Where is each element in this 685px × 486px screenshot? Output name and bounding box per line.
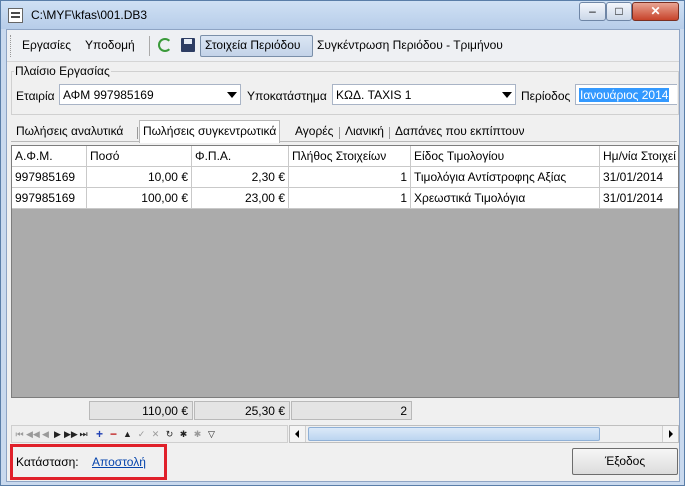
client-area: Εργασίες Υποδομή Στοιχεία Περιόδου Συγκέ…: [6, 29, 680, 482]
table-cell[interactable]: 10,00 €: [87, 167, 192, 188]
post-edit-icon[interactable]: ✓: [136, 428, 147, 441]
clear-filter-icon[interactable]: ✱: [192, 428, 203, 441]
scroll-right-icon[interactable]: [662, 426, 678, 442]
scroll-thumb[interactable]: [308, 427, 600, 441]
branch-select[interactable]: ΚΩΔ. TAXIS 1: [332, 84, 516, 105]
chevron-down-icon[interactable]: [502, 92, 512, 98]
company-label: Εταιρία: [16, 89, 55, 103]
table-cell[interactable]: 31/01/2014: [600, 188, 678, 209]
close-button[interactable]: ✕: [632, 2, 679, 21]
period-value: Ιανουάριος 2014: [579, 88, 670, 102]
table-cell[interactable]: 1: [289, 188, 411, 209]
maximize-button[interactable]: □: [606, 2, 632, 21]
company-value: ΑΦΜ 997985169: [63, 88, 154, 102]
title-bar[interactable]: C:\MYF\kfas\001.DB3 – □ ✕: [1, 1, 684, 29]
column-header-vat[interactable]: Φ.Π.Α.: [192, 146, 289, 167]
work-frame-title: Πλαίσιο Εργασίας: [14, 64, 111, 78]
minimize-button[interactable]: –: [579, 2, 606, 21]
tab-separator: [389, 127, 390, 139]
tab-separator: [339, 127, 340, 139]
data-grid[interactable]: Α.Φ.Μ. Ποσό Φ.Π.Α. Πλήθος Στοιχείων Είδο…: [11, 145, 679, 398]
company-select[interactable]: ΑΦΜ 997985169: [59, 84, 241, 105]
next-record-icon[interactable]: ▶: [52, 428, 63, 441]
column-header-date[interactable]: Ημ/νία Στοιχεί: [600, 146, 678, 167]
table-cell[interactable]: 1: [289, 167, 411, 188]
table-cell[interactable]: 997985169: [12, 188, 87, 209]
tab-strip: Πωλήσεις αναλυτικά Πωλήσεις συγκεντρωτικ…: [11, 120, 677, 143]
delete-record-icon[interactable]: −: [108, 428, 119, 441]
branch-label: Υποκατάστημα: [247, 89, 327, 103]
application-window: C:\MYF\kfas\001.DB3 – □ ✕ Εργασίες Υποδο…: [0, 0, 685, 486]
horizontal-scrollbar[interactable]: [289, 425, 679, 443]
period-data-label: Στοιχεία Περιόδου: [205, 38, 301, 52]
column-header-vat-number[interactable]: Α.Φ.Μ.: [12, 146, 87, 167]
prior-page-icon[interactable]: ◀◀: [26, 428, 40, 441]
refresh-icon[interactable]: [158, 38, 172, 52]
totals-footer: 110,00 € 25,30 € 2: [11, 400, 679, 422]
main-toolbar: Εργασίες Υποδομή Στοιχεία Περιόδου Συγκέ…: [7, 30, 679, 62]
next-page-icon[interactable]: ▶▶: [64, 428, 78, 441]
chevron-down-icon[interactable]: [227, 92, 237, 98]
tab-sales-summary[interactable]: Πωλήσεις συγκεντρωτικά: [139, 120, 281, 143]
period-label: Περίοδος: [521, 89, 571, 103]
tab-purchases[interactable]: Αγορές: [292, 123, 336, 142]
menu-infrastructure[interactable]: Υποδομή: [85, 38, 135, 52]
cancel-edit-icon[interactable]: ✕: [150, 428, 161, 441]
total-count: 2: [291, 401, 412, 420]
table-cell[interactable]: 997985169: [12, 167, 87, 188]
menu-tasks[interactable]: Εργασίες: [22, 38, 71, 52]
tab-retail[interactable]: Λιανική: [342, 123, 387, 142]
column-header-invoice-type[interactable]: Είδος Τιμολογίου: [411, 146, 600, 167]
table-cell[interactable]: 100,00 €: [87, 188, 192, 209]
column-header-document-count[interactable]: Πλήθος Στοιχείων: [289, 146, 411, 167]
table-cell[interactable]: 23,00 €: [192, 188, 289, 209]
period-select[interactable]: Ιανουάριος 2014: [575, 84, 677, 105]
last-record-icon[interactable]: ⏭: [78, 428, 89, 441]
first-record-icon[interactable]: ⏮: [14, 428, 25, 441]
insert-record-icon[interactable]: +: [94, 428, 105, 441]
save-icon[interactable]: [181, 38, 195, 52]
total-vat: 25,30 €: [194, 401, 290, 420]
table-cell[interactable]: 31/01/2014: [600, 167, 678, 188]
edit-record-icon[interactable]: ▲: [122, 428, 133, 441]
highlight-box: [10, 444, 167, 480]
refresh-records-icon[interactable]: ↻: [164, 428, 175, 441]
filter-icon[interactable]: ▽: [206, 428, 217, 441]
table-cell[interactable]: Χρεωστικά Τιμολόγια: [411, 188, 600, 209]
window-title: C:\MYF\kfas\001.DB3: [31, 8, 148, 22]
column-header-amount[interactable]: Ποσό: [87, 146, 192, 167]
table-cell[interactable]: Τιμολόγια Αντίστροφης Αξίας: [411, 167, 600, 188]
tab-separator: [137, 127, 138, 139]
branch-value: ΚΩΔ. TAXIS 1: [336, 88, 412, 102]
app-icon: [8, 8, 23, 23]
tab-deductible-expenses[interactable]: Δαπάνες που εκπίπτουν: [392, 123, 528, 142]
apply-filter-icon[interactable]: ✱: [178, 428, 189, 441]
toolbar-separator: [149, 36, 150, 56]
scroll-left-icon[interactable]: [290, 426, 306, 442]
period-summary-button[interactable]: Συγκέντρωση Περιόδου - Τριμήνου: [317, 38, 503, 52]
tab-sales-detailed[interactable]: Πωλήσεις αναλυτικά: [13, 123, 126, 142]
prior-record-icon[interactable]: ◀: [40, 428, 51, 441]
exit-button[interactable]: Έξοδος: [572, 448, 678, 475]
record-navigator: ⏮ ◀◀ ◀ ▶ ▶▶ ⏭ + − ▲ ✓ ✕ ↻ ✱ ✱ ▽: [11, 425, 288, 443]
toolbar-grip[interactable]: [10, 35, 13, 57]
table-cell[interactable]: 2,30 €: [192, 167, 289, 188]
total-amount: 110,00 €: [89, 401, 193, 420]
